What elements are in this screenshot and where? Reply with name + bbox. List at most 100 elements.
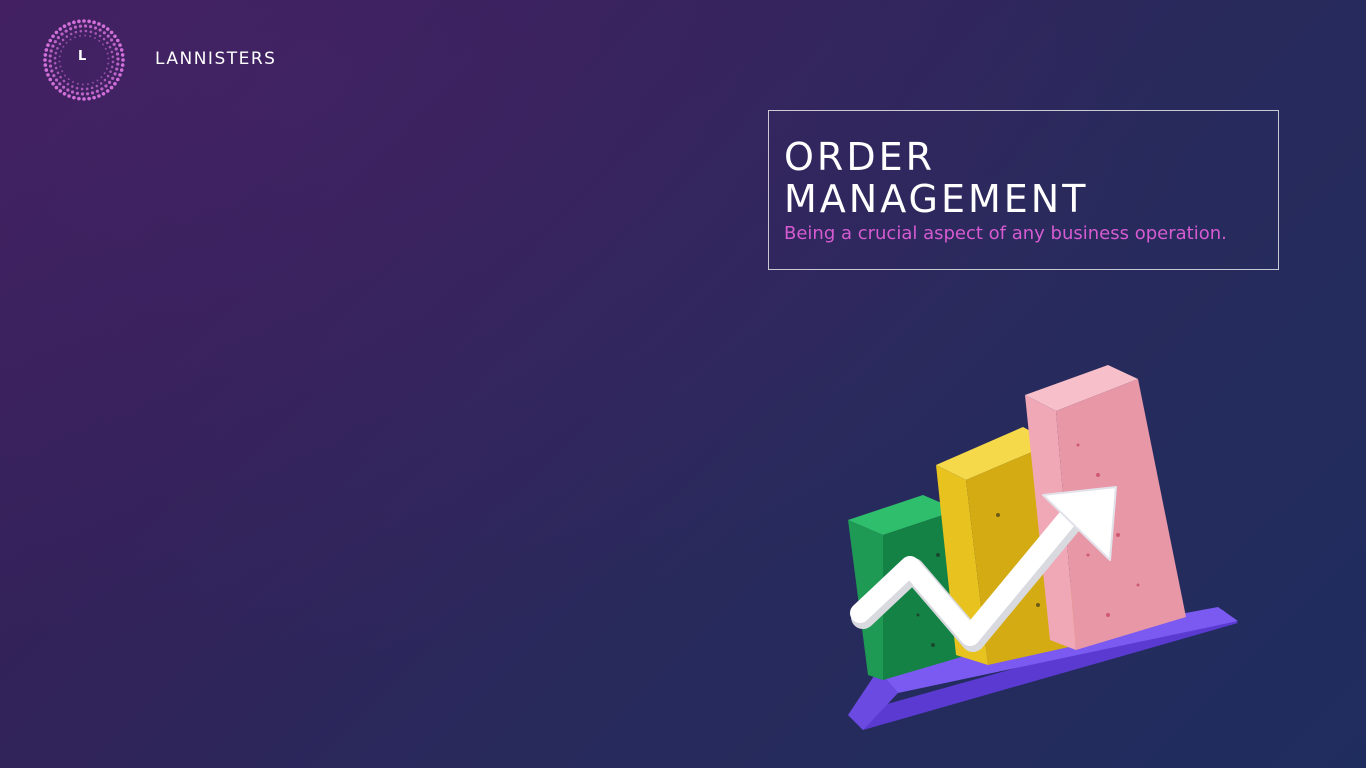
logo-dot — [109, 38, 114, 42]
logo-dot — [90, 86, 94, 90]
logo-dot — [77, 19, 81, 24]
logo-dot — [89, 35, 92, 38]
logo-dot — [59, 65, 62, 68]
logo-dot — [85, 92, 90, 96]
logo-dot — [108, 80, 112, 84]
logo-dot — [120, 63, 125, 67]
logo-dot — [72, 80, 75, 83]
logo-dot — [51, 44, 55, 48]
logo-dot — [71, 85, 74, 88]
logo-dot — [86, 83, 89, 86]
logo-dot — [50, 69, 54, 73]
logo-dot — [104, 84, 108, 88]
brand-name: LANNISTERS — [155, 49, 277, 69]
logo-dot — [98, 34, 102, 38]
logo-dot — [58, 27, 63, 31]
logo-dot — [56, 36, 60, 40]
logo-dot — [79, 29, 83, 33]
logo-dot — [102, 37, 106, 41]
logo-dot — [116, 62, 120, 66]
logo-dot — [69, 27, 73, 31]
logo-dot — [106, 34, 110, 38]
logo-dot — [82, 97, 86, 101]
logo-dot — [79, 34, 82, 37]
logo-dot — [120, 53, 125, 57]
logo-dot — [51, 34, 55, 39]
logo-dot — [92, 95, 96, 100]
logo-dot — [43, 53, 48, 57]
logo-dot — [58, 42, 62, 46]
logo-dot — [115, 38, 120, 43]
logo-dot — [102, 31, 106, 35]
hero-subtitle: Being a crucial aspect of any business o… — [784, 223, 1227, 244]
logo-dot — [109, 30, 114, 35]
logo-dot — [76, 82, 79, 85]
logo-dot — [62, 85, 66, 89]
logo-dot — [87, 96, 91, 101]
logo-dot — [54, 85, 59, 90]
logo-dot — [106, 41, 109, 45]
logo-dot — [48, 38, 53, 43]
logo-dot — [54, 78, 59, 82]
logo-dot — [104, 47, 107, 50]
logo-dot — [69, 38, 72, 41]
logo-dot — [97, 94, 101, 98]
logo-dot — [114, 47, 118, 51]
logo-dot — [82, 19, 86, 23]
logo-dot — [60, 50, 63, 53]
logo-dot — [43, 58, 47, 62]
logo-dot — [101, 24, 106, 29]
logo-dot — [110, 65, 114, 69]
logo-dot — [64, 29, 68, 33]
logo-dot — [59, 75, 62, 79]
logo-dot — [118, 73, 122, 77]
logo-dot — [83, 24, 88, 28]
logo-dot — [67, 78, 70, 81]
logo-dot — [116, 57, 120, 61]
logo-dot — [61, 70, 64, 73]
logo-dot — [58, 55, 61, 58]
logo-dot — [108, 45, 112, 49]
logo-dot — [112, 42, 116, 46]
logo-dot — [105, 27, 110, 31]
logo-dot — [43, 63, 48, 67]
logo-dot — [85, 87, 89, 91]
logo-dot — [49, 49, 53, 53]
logo-dot — [48, 59, 52, 63]
logo-dot — [107, 62, 110, 65]
hero-title-box: ORDER MANAGEMENT Being a crucial aspect … — [768, 110, 1279, 270]
logo-dot — [115, 67, 119, 71]
logo-dot — [96, 79, 99, 82]
logo-dot — [87, 19, 91, 24]
logo-dot — [70, 90, 75, 94]
logo-dot — [58, 60, 61, 63]
logo-dot — [115, 77, 120, 82]
logo-dot — [93, 26, 98, 30]
logo-dot — [89, 30, 93, 34]
logo-dot — [118, 43, 122, 47]
logo-dot — [62, 45, 65, 48]
logo-dot — [98, 39, 101, 42]
logo-dot — [66, 88, 70, 92]
logo-dot — [113, 34, 117, 39]
logo-dot — [84, 34, 87, 37]
growth-bar-chart-icon — [848, 365, 1238, 730]
logo-dot — [109, 85, 114, 90]
logo-dot — [72, 95, 76, 100]
logo-dot — [111, 60, 115, 64]
logo-dot — [58, 89, 63, 93]
logo-dot — [105, 67, 108, 70]
logo-dot — [66, 82, 70, 86]
logo-dot — [115, 52, 120, 56]
logo-dot — [103, 78, 107, 82]
logo-dot — [54, 51, 58, 55]
logo-dot — [74, 30, 78, 34]
logo-dot — [107, 57, 110, 60]
logo-dot — [61, 38, 65, 42]
logo-dot — [113, 72, 117, 76]
logo-dot — [94, 32, 97, 35]
logo-dot — [80, 92, 85, 96]
logo-dot — [78, 24, 83, 28]
logo-dot — [44, 68, 49, 72]
logo-dot — [64, 74, 67, 77]
